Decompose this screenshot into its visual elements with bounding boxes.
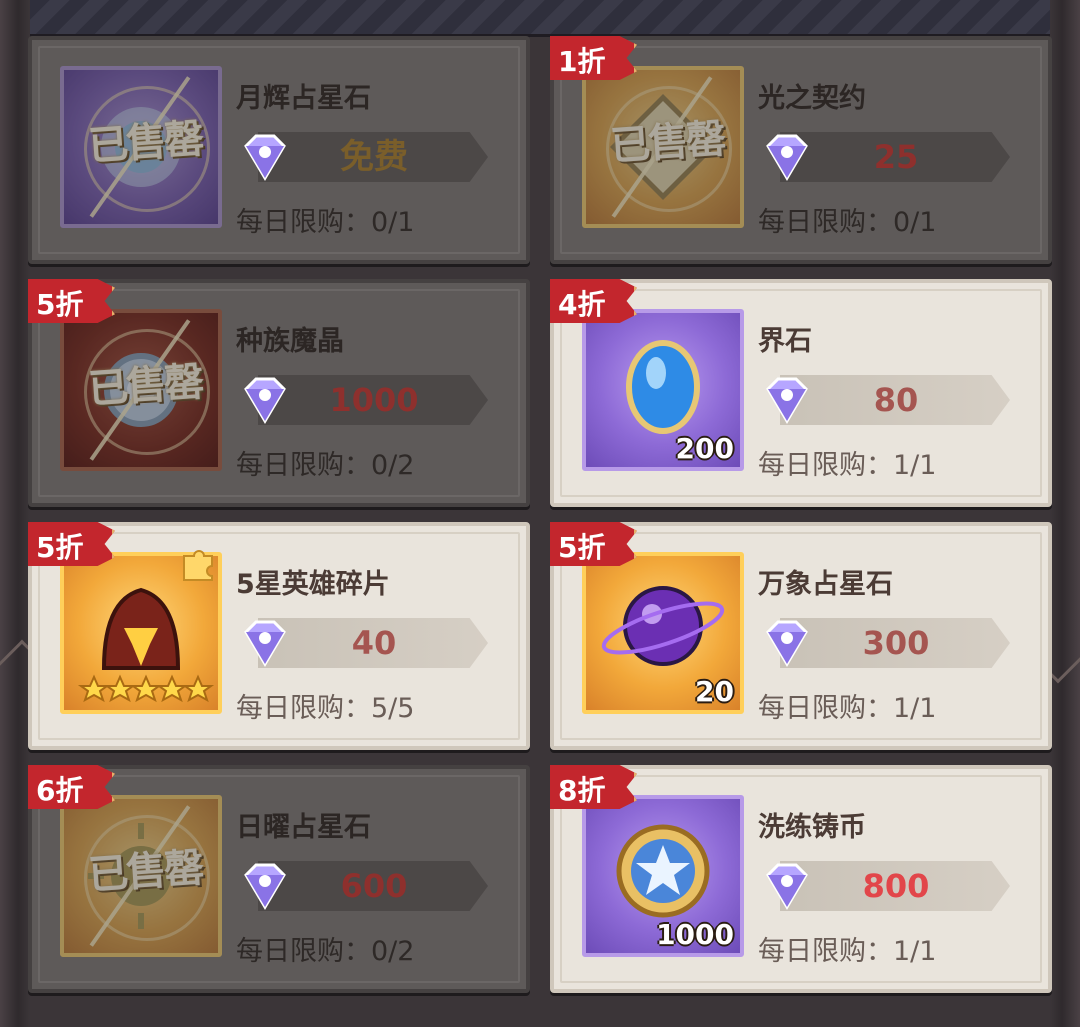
- discount-text: 5折: [558, 531, 606, 564]
- daily-limit: 每日限购：1/1: [758, 936, 937, 967]
- daily-limit: 每日限购：1/1: [758, 693, 937, 724]
- discount-badge: 6折: [28, 765, 115, 809]
- item-price: 免费: [340, 137, 408, 177]
- discount-text: 5折: [36, 531, 84, 564]
- star-coin-icon: 1000: [582, 795, 744, 957]
- shop-item-card[interactable]: 20 5折 万象占星石 300 每日限购：1/1: [550, 522, 1052, 750]
- shop-item-card[interactable]: 5折 5星英雄碎片 40 每日限购：5/5: [28, 522, 530, 750]
- sun-star-stone-icon: 已售罄: [60, 795, 222, 957]
- race-crystal-icon: 已售罄: [60, 309, 222, 471]
- item-price: 800: [862, 867, 930, 905]
- item-price: 25: [873, 138, 919, 176]
- discount-badge: 5折: [550, 522, 637, 566]
- discount-text: 1折: [558, 45, 606, 78]
- discount-text: 8折: [558, 774, 606, 807]
- daily-limit: 每日限购：5/5: [236, 693, 415, 724]
- item-name: 月辉占星石: [236, 83, 371, 114]
- discount-badge: 8折: [550, 765, 637, 809]
- item-name: 日曜占星石: [236, 812, 371, 843]
- item-name: 5星英雄碎片: [236, 569, 390, 600]
- item-name: 界石: [758, 326, 812, 357]
- puzzle-piece-icon: [183, 550, 213, 581]
- soldout-stamp: 已售罄: [608, 116, 726, 170]
- item-name: 种族魔晶: [236, 326, 344, 357]
- item-name: 光之契约: [758, 83, 866, 114]
- item-price: 600: [340, 867, 408, 905]
- soldout-stamp: 已售罄: [86, 359, 204, 413]
- item-quantity: 1000: [656, 918, 734, 951]
- realm-stone-icon: 200: [582, 309, 744, 471]
- discount-badge: 1折: [550, 36, 637, 80]
- top-trim: [30, 0, 1050, 37]
- discount-badge: 4折: [550, 279, 637, 323]
- soldout-stamp: 已售罄: [86, 116, 204, 170]
- soldout-stamp: 已售罄: [86, 845, 204, 899]
- item-name: 洗练铸币: [758, 812, 866, 843]
- discount-badge: 5折: [28, 522, 115, 566]
- daily-limit: 每日限购：0/2: [236, 936, 415, 967]
- shop-item-card[interactable]: 已售罄 6折 日曜占星石 600 每日限购：0/2: [28, 765, 530, 993]
- item-price: 300: [862, 624, 930, 662]
- daily-limit: 每日限购：0/1: [758, 207, 937, 238]
- shop-item-card[interactable]: 已售罄 5折 种族魔晶 1000 每日限购：0/2: [28, 279, 530, 507]
- item-price: 1000: [329, 381, 419, 419]
- item-price: 80: [873, 381, 919, 419]
- discount-text: 6折: [36, 774, 84, 807]
- cosmic-orb-icon: 20: [582, 552, 744, 714]
- item-quantity: 20: [695, 675, 734, 708]
- light-contract-icon: 已售罄: [582, 66, 744, 228]
- shop-item-card[interactable]: 已售罄 1折 光之契约 25 每日限购：0/1: [550, 36, 1052, 264]
- discount-text: 5折: [36, 288, 84, 321]
- discount-text: 4折: [558, 288, 606, 321]
- shop-item-card[interactable]: 已售罄 月辉占星石 免费 每日限购：0/1: [28, 36, 530, 264]
- moon-star-stone-icon: 已售罄: [60, 66, 222, 228]
- shop-item-card[interactable]: 1000 8折 洗练铸币 800 每日限购：1/1: [550, 765, 1052, 993]
- daily-limit: 每日限购：0/1: [236, 207, 415, 238]
- daily-limit: 每日限购：1/1: [758, 450, 937, 481]
- daily-limit: 每日限购：0/2: [236, 450, 415, 481]
- discount-badge: 5折: [28, 279, 115, 323]
- item-name: 万象占星石: [758, 569, 893, 600]
- item-price: 40: [351, 624, 397, 662]
- shop-item-card[interactable]: 200 4折 界石 80 每日限购：1/1: [550, 279, 1052, 507]
- item-quantity: 200: [675, 432, 734, 465]
